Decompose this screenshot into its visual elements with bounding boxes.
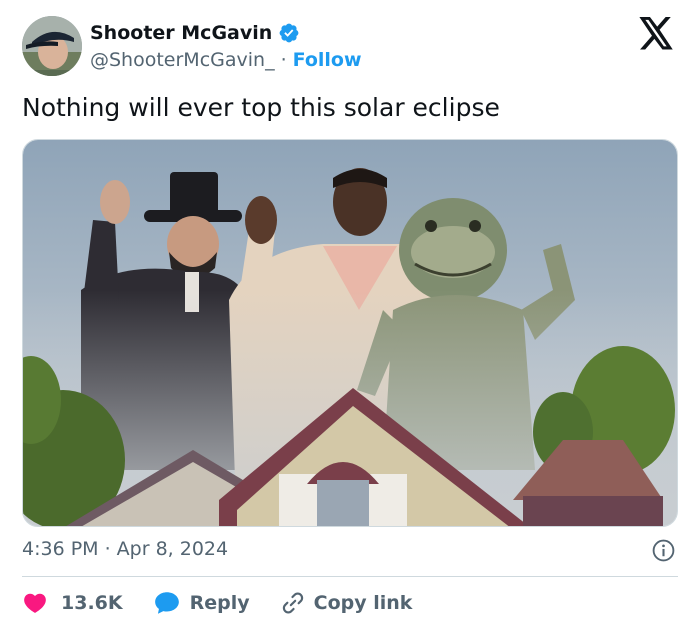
- reply-label: Reply: [189, 592, 250, 614]
- verified-badge-icon: [278, 22, 300, 44]
- separator-dot: ·: [280, 49, 287, 71]
- author-handle[interactable]: @ShooterMcGavin_: [90, 49, 275, 71]
- follow-button[interactable]: Follow: [293, 49, 362, 71]
- author-name-row: Shooter McGavin: [90, 20, 300, 46]
- reply-button[interactable]: Reply: [153, 590, 250, 616]
- copy-link-button[interactable]: Copy link: [280, 590, 413, 616]
- tweet-card: Shooter McGavin @ShooterMcGavin_ · Follo…: [0, 0, 700, 629]
- author-display-name[interactable]: Shooter McGavin: [90, 22, 272, 44]
- like-count: 13.6K: [61, 592, 123, 614]
- avatar[interactable]: [22, 16, 82, 76]
- tweet-image[interactable]: [22, 139, 678, 527]
- x-logo-icon[interactable]: [636, 17, 676, 51]
- author-handle-row: @ShooterMcGavin_ · Follow: [90, 47, 362, 73]
- tweet-timestamp[interactable]: 4:36 PM · Apr 8, 2024: [22, 538, 228, 560]
- link-icon: [282, 592, 303, 614]
- tweet-text: Nothing will ever top this solar eclipse: [22, 93, 500, 122]
- copy-link-label: Copy link: [313, 592, 413, 614]
- action-bar: 13.6K Reply Copy link: [22, 588, 412, 618]
- info-icon[interactable]: [651, 538, 676, 563]
- heart-icon: [24, 593, 46, 613]
- speech-bubble-icon: [154, 592, 179, 614]
- divider: [22, 576, 678, 577]
- like-button[interactable]: 13.6K: [22, 590, 123, 616]
